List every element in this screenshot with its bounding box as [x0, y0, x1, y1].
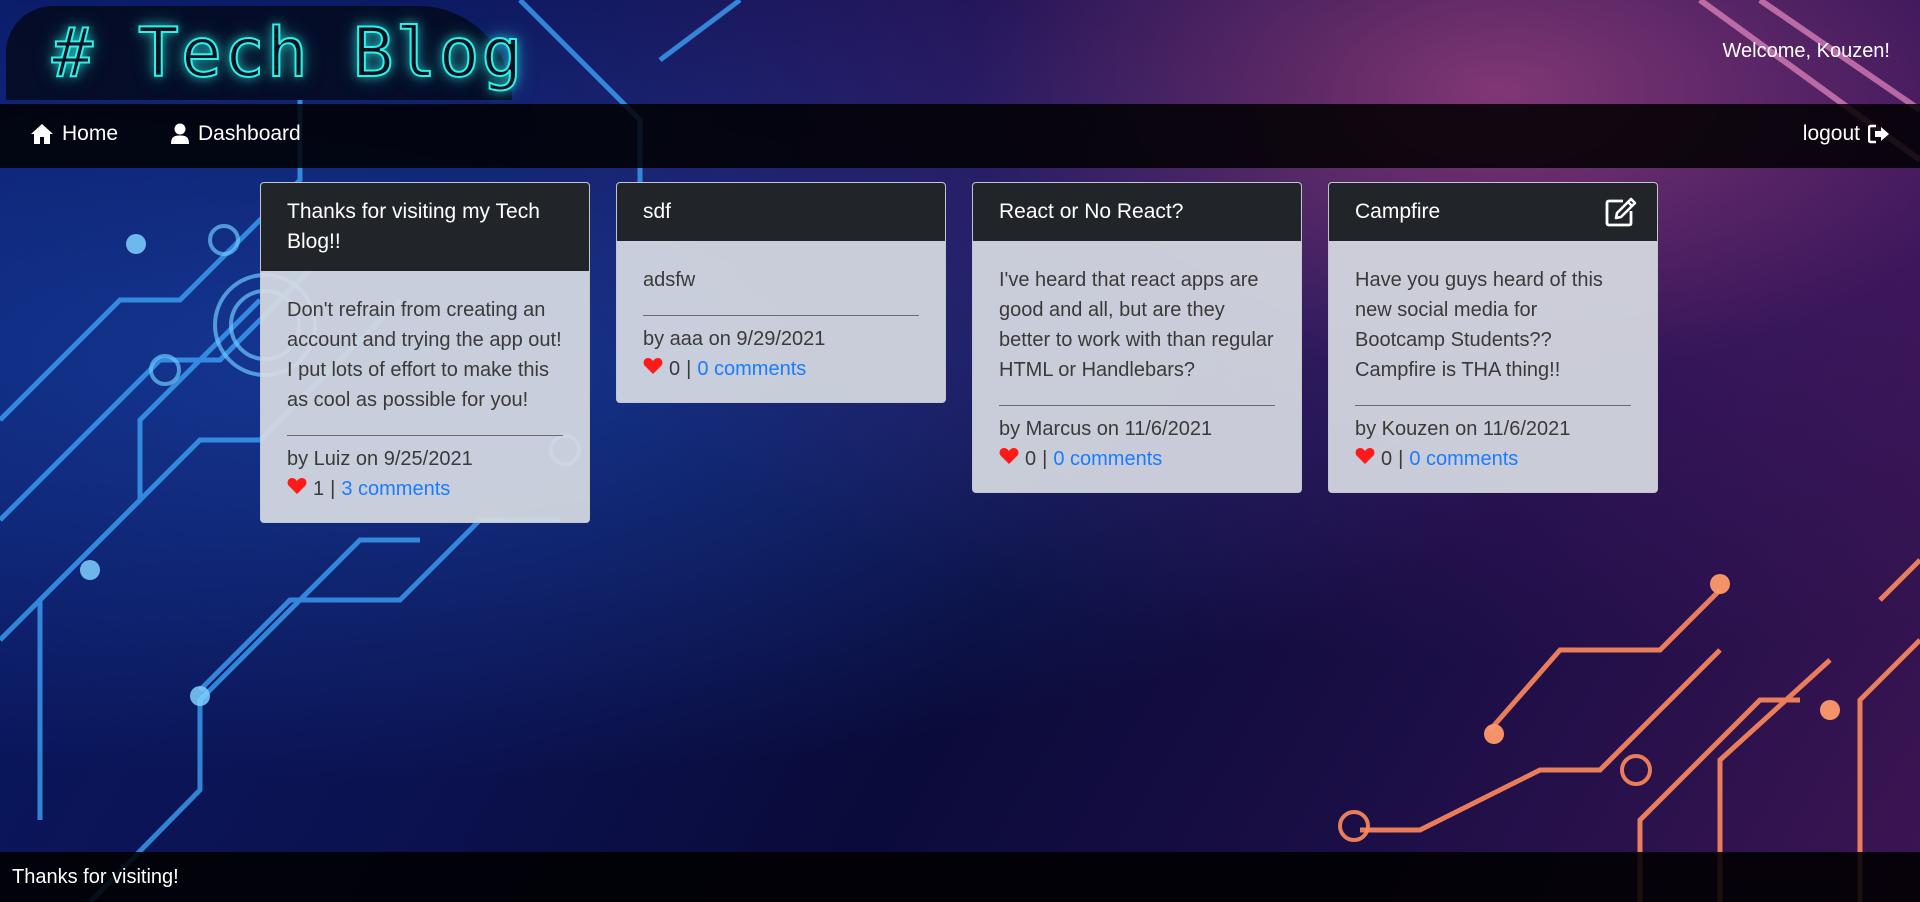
post-body: I've heard that react apps are good and …: [973, 241, 1301, 492]
post-title[interactable]: React or No React?: [973, 183, 1301, 241]
post-title[interactable]: Campfire: [1355, 200, 1440, 223]
post-content: Don't refrain from creating an account a…: [287, 299, 562, 411]
edit-icon[interactable]: [1605, 197, 1637, 236]
like-count: 0: [1025, 448, 1037, 470]
heart-icon[interactable]: [1355, 444, 1375, 474]
user-icon: [170, 123, 190, 145]
site-footer: Thanks for visiting!: [0, 852, 1920, 902]
stats-separator: |: [1398, 448, 1404, 470]
logout-link[interactable]: logout: [1803, 122, 1890, 146]
post-stats: 1 | 3 comments: [287, 474, 563, 504]
post-body: Have you guys heard of this new social m…: [1329, 241, 1657, 492]
post-stats: 0 | 0 comments: [1355, 444, 1631, 474]
heart-icon[interactable]: [999, 444, 1019, 474]
like-count: 0: [1381, 448, 1393, 470]
stats-separator: |: [686, 358, 692, 380]
comments-link[interactable]: 3 comments: [341, 474, 450, 504]
main-navbar: Home Dashboard logout: [0, 104, 1920, 168]
comments-link[interactable]: 0 comments: [1053, 444, 1162, 474]
post-title[interactable]: Thanks for visiting my Tech Blog!!: [261, 183, 589, 271]
footer-message: Thanks for visiting!: [12, 866, 179, 888]
site-logo-title[interactable]: # Tech Blog: [51, 13, 524, 94]
logout-label: logout: [1802, 122, 1860, 145]
post-byline: by Luiz on 9/25/2021: [287, 448, 473, 470]
post-byline: by Kouzen on 11/6/2021: [1355, 418, 1571, 440]
comments-link[interactable]: 0 comments: [1409, 444, 1518, 474]
nav-dashboard-label: Dashboard: [198, 122, 301, 145]
nav-dashboard-link[interactable]: Dashboard: [170, 122, 301, 146]
post-content: adsfw: [643, 269, 696, 291]
post-body: Don't refrain from creating an account a…: [261, 271, 589, 522]
nav-home-link[interactable]: Home: [30, 122, 118, 146]
post-divider: [1355, 405, 1631, 406]
like-count: 1: [313, 478, 325, 500]
post-title[interactable]: sdf: [617, 183, 945, 241]
post-divider: [643, 315, 919, 316]
post-byline: by aaa on 9/29/2021: [643, 328, 826, 350]
post-card[interactable]: Thanks for visiting my Tech Blog!! Don't…: [260, 182, 590, 523]
welcome-message: Welcome, Kouzen!: [1722, 40, 1891, 62]
post-divider: [999, 405, 1275, 406]
post-stats: 0 | 0 comments: [999, 444, 1275, 474]
post-content: I've heard that react apps are good and …: [999, 269, 1274, 381]
post-content: Have you guys heard of this new social m…: [1355, 269, 1603, 381]
post-stats: 0 | 0 comments: [643, 354, 919, 384]
heart-icon[interactable]: [643, 354, 663, 384]
post-divider: [287, 435, 563, 436]
post-byline: by Marcus on 11/6/2021: [999, 418, 1213, 440]
site-header: # Tech Blog Welcome, Kouzen!: [0, 0, 1920, 104]
stats-separator: |: [330, 478, 336, 500]
sign-out-icon: [1868, 124, 1890, 144]
post-card[interactable]: React or No React? I've heard that react…: [972, 182, 1302, 493]
stats-separator: |: [1042, 448, 1048, 470]
post-body: adsfw by aaa on 9/29/2021 0 | 0 comments: [617, 241, 945, 402]
post-card[interactable]: Campfire Have you guys heard of this new…: [1328, 182, 1658, 493]
post-card[interactable]: sdf adsfw by aaa on 9/29/2021 0 | 0 comm…: [616, 182, 946, 403]
like-count: 0: [669, 358, 681, 380]
home-icon: [30, 123, 54, 145]
comments-link[interactable]: 0 comments: [697, 354, 806, 384]
post-title-bar: Campfire: [1329, 183, 1657, 241]
nav-home-label: Home: [62, 122, 119, 145]
heart-icon[interactable]: [287, 474, 307, 504]
